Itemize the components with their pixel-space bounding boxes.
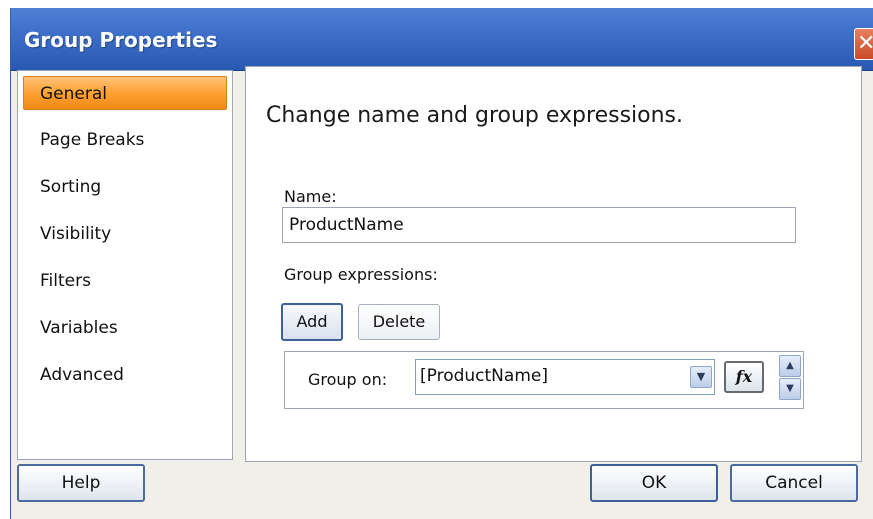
close-icon: ✕ [857, 29, 873, 59]
group-expression-row: Group on: [ProductName] ▼ fx ▲ ▼ [284, 351, 804, 409]
name-input[interactable] [282, 207, 796, 243]
add-button[interactable]: Add [281, 303, 343, 341]
delete-button[interactable]: Delete [358, 304, 440, 340]
chevron-down-icon: ▼ [696, 370, 706, 383]
title-bar[interactable]: Group Properties ✕ [11, 8, 873, 71]
function-icon: fx [735, 367, 753, 386]
sidebar-item-variables[interactable]: Variables [23, 311, 227, 345]
help-button[interactable]: Help [17, 464, 145, 502]
cancel-button[interactable]: Cancel [730, 464, 858, 502]
sidebar-item-advanced[interactable]: Advanced [23, 358, 227, 392]
close-button[interactable]: ✕ [854, 28, 873, 60]
sidebar-item-filters[interactable]: Filters [23, 264, 227, 298]
sidebar-item-visibility[interactable]: Visibility [23, 217, 227, 251]
move-up-button[interactable]: ▲ [779, 355, 801, 377]
arrow-down-icon: ▼ [786, 383, 794, 394]
page-heading: Change name and group expressions. [266, 103, 684, 128]
expression-button[interactable]: fx [724, 361, 764, 393]
group-on-label: Group on: [308, 370, 388, 389]
ok-button[interactable]: OK [590, 464, 718, 502]
name-label: Name: [284, 187, 337, 206]
sidebar-nav: General Page Breaks Sorting Visibility F… [17, 70, 233, 460]
window-title: Group Properties [24, 28, 218, 52]
move-down-button[interactable]: ▼ [779, 378, 801, 400]
arrow-up-icon: ▲ [786, 360, 794, 371]
general-page: Change name and group expressions. Name:… [245, 66, 862, 462]
sidebar-item-general[interactable]: General [23, 76, 227, 110]
sidebar-item-page-breaks[interactable]: Page Breaks [23, 123, 227, 157]
group-on-combobox[interactable]: [ProductName] ▼ [415, 359, 715, 395]
group-expressions-label: Group expressions: [284, 265, 438, 284]
sidebar-item-sorting[interactable]: Sorting [23, 170, 227, 204]
dropdown-button[interactable]: ▼ [690, 366, 712, 388]
group-on-value: [ProductName] [420, 366, 548, 386]
